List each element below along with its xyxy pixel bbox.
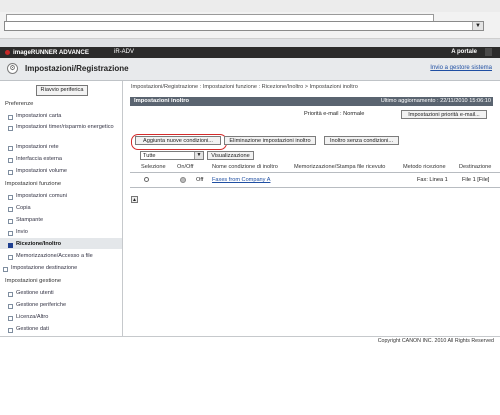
col-header-onoff: On/Off [177, 164, 194, 170]
bullet-icon [8, 195, 13, 200]
back-to-system-manager-link[interactable]: Invio a gestore sistema [430, 65, 492, 71]
settings-gear-icon: ⚙ [7, 63, 18, 74]
sidebar-section-management: Impostazioni gestione [5, 278, 62, 284]
app-header: imageRUNNER ADVANCE iR-ADV A portale [0, 47, 500, 58]
row-select-radio[interactable] [144, 177, 149, 182]
sidebar-item-data-management[interactable]: Gestione dati [8, 326, 49, 333]
bullet-icon [8, 231, 13, 236]
last-update: Ultimo aggiornamento : 22/11/2010 15:06:… [380, 98, 491, 104]
forward-without-condition-button[interactable]: Inoltro senza condizioni... [324, 136, 399, 145]
sidebar-item-send[interactable]: Invio [8, 229, 28, 236]
bullet-icon [3, 267, 8, 272]
col-header-memorize: Memorizzazione/Stampa file ricevuto [294, 164, 386, 170]
sidebar-item-network[interactable]: Impostazioni rete [8, 144, 59, 151]
footer: Copyright CANON INC. 2010 All Rights Res… [0, 336, 500, 415]
row-destination: File 1 [File] [462, 177, 490, 183]
sidebar-item-printer[interactable]: Stampante [8, 217, 43, 224]
page-header: ⚙ Impostazioni/Registrazione Invio a ges… [0, 58, 500, 81]
sidebar-item-paper-settings[interactable]: Impostazioni carta [8, 113, 61, 120]
sidebar-section-function-settings: Impostazioni funzione [5, 181, 62, 187]
sidebar-item-store-access-files[interactable]: Memorizzazione/Accesso a file [8, 253, 93, 260]
row-state: Off [196, 177, 204, 183]
col-header-select: Selezione [141, 164, 166, 170]
sidebar-item-timer-energy[interactable]: Impostazioni timer/risparmio energetico [8, 124, 116, 131]
bullet-icon [8, 316, 13, 321]
bullet-icon [8, 255, 13, 260]
sidebar-section-preferences: Preferenze [5, 101, 34, 107]
table-divider [130, 187, 500, 188]
browser-dropdown[interactable]: ▼ [4, 21, 484, 31]
sidebar-item-volume[interactable]: Impostazioni volume [8, 168, 67, 175]
col-header-name: Nome condizione di inoltro [212, 164, 278, 170]
help-icon[interactable] [485, 48, 492, 56]
sidebar-item-common[interactable]: Impostazioni comuni [8, 193, 67, 200]
brand-name: imageRUNNER ADVANCE [13, 49, 89, 56]
bullet-icon [8, 243, 13, 248]
chevron-down-icon: ▼ [194, 152, 203, 159]
sidebar-item-external-interface[interactable]: Interfaccia esterna [8, 156, 62, 163]
sidebar-section-destination[interactable]: Impostazione destinazione [3, 265, 77, 272]
bullet-icon [8, 146, 13, 151]
add-new-condition-button[interactable]: Aggiunta nuove condizioni... [135, 136, 221, 145]
bullet-icon [8, 170, 13, 175]
sidebar-item-user-management[interactable]: Gestione utenti [8, 290, 54, 297]
sidebar-item-device-management[interactable]: Gestione periferiche [8, 302, 66, 309]
device-name: iR-ADV [114, 49, 135, 55]
bullet-icon [8, 292, 13, 297]
sidebar-item-receive-forward[interactable]: Ricezione/Inoltro [8, 241, 61, 248]
sidebar-item-license-other[interactable]: Licenza/Altro [8, 314, 48, 321]
bullet-icon [8, 126, 13, 131]
section-title: Impostazioni inoltro [134, 98, 190, 104]
row-condition-name-link[interactable]: Faxes from Company A [212, 177, 270, 183]
bullet-icon [8, 328, 13, 333]
row-method: Fax: Linea 1 [417, 177, 448, 183]
col-header-destination: Destinazione [459, 164, 492, 170]
table-divider [130, 172, 500, 173]
email-priority-label: Priorità e-mail : Normale [304, 111, 365, 117]
canon-logo-icon [5, 50, 10, 55]
copyright-text: Copyright CANON INC. 2010 All Rights Res… [377, 338, 494, 344]
view-button[interactable]: Visualizzazione [207, 151, 254, 160]
section-header: Impostazioni inoltro Ultimo aggiornament… [130, 97, 493, 106]
bullet-icon [8, 207, 13, 212]
email-priority-settings-button[interactable]: Impostazioni priorità e-mail... [401, 110, 487, 119]
sidebar: Riavvio periferica Preferenze Impostazio… [0, 81, 123, 336]
filter-select[interactable]: Tutte ▼ [140, 151, 204, 160]
delete-forward-settings-button[interactable]: Eliminazione impostazioni inoltro [224, 136, 316, 145]
col-header-method: Metodo ricezione [403, 164, 446, 170]
chevron-down-icon: ▼ [472, 22, 483, 30]
sidebar-item-copy[interactable]: Copia [8, 205, 31, 212]
page-top-icon[interactable]: ▲ [131, 196, 138, 203]
bullet-icon [8, 304, 13, 309]
main-content: Impostazioni/Registrazione : Impostazion… [123, 81, 500, 336]
bullet-icon [8, 115, 13, 120]
portal-link[interactable]: A portale [451, 49, 477, 55]
row-onoff-toggle[interactable] [180, 177, 186, 183]
bullet-icon [8, 219, 13, 224]
restart-device-button[interactable]: Riavvio periferica [36, 85, 88, 96]
page-title: Impostazioni/Registrazione [25, 64, 129, 73]
breadcrumb: Impostazioni/Registrazione : Impostazion… [131, 84, 358, 90]
bullet-icon [8, 158, 13, 163]
